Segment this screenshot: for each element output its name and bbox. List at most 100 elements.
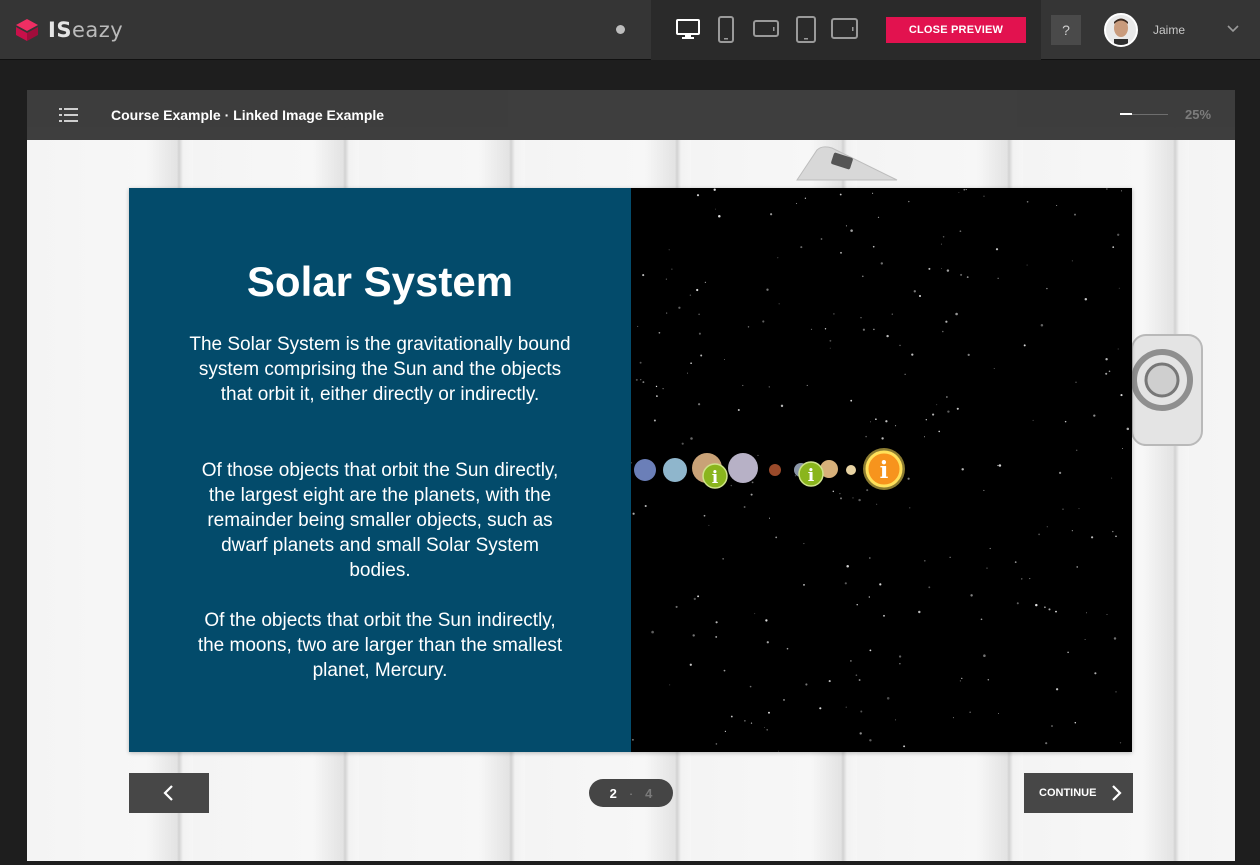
star	[832, 490, 835, 493]
star	[764, 726, 766, 728]
star	[689, 294, 692, 296]
info-hotspot-orange-icon[interactable]: i	[863, 448, 905, 490]
star	[963, 188, 966, 191]
star	[1090, 536, 1094, 539]
star	[1023, 344, 1026, 347]
star	[903, 745, 906, 748]
star	[1062, 508, 1064, 510]
star	[859, 732, 862, 735]
star	[942, 235, 945, 238]
star	[635, 378, 638, 381]
previous-button[interactable]	[129, 773, 209, 813]
star	[692, 634, 695, 637]
star	[1026, 264, 1028, 266]
star	[899, 663, 901, 665]
star	[936, 404, 938, 406]
star	[945, 320, 948, 323]
star	[1075, 381, 1077, 383]
tablet-portrait-icon[interactable]	[795, 16, 817, 44]
star	[1021, 578, 1023, 580]
star	[718, 214, 721, 218]
star	[1108, 370, 1111, 373]
star	[803, 584, 805, 586]
star	[704, 281, 707, 284]
star	[881, 437, 884, 440]
star	[751, 481, 754, 484]
star	[658, 331, 661, 334]
star	[969, 711, 971, 713]
star	[775, 536, 778, 539]
star	[983, 195, 985, 197]
star	[840, 497, 842, 500]
star	[850, 229, 853, 232]
star	[886, 334, 889, 338]
star	[956, 407, 959, 410]
star	[1105, 358, 1108, 361]
star	[862, 328, 865, 331]
star	[750, 722, 753, 724]
chevron-down-icon[interactable]	[1226, 22, 1240, 36]
star	[869, 739, 872, 742]
star	[1093, 414, 1096, 417]
phone-portrait-icon[interactable]	[717, 16, 735, 44]
star	[1045, 742, 1048, 745]
star	[947, 410, 950, 413]
star	[845, 225, 847, 227]
star	[703, 514, 706, 517]
star	[669, 684, 671, 686]
star	[640, 379, 642, 381]
avatar[interactable]	[1104, 13, 1138, 47]
star	[844, 582, 847, 585]
star	[1115, 535, 1117, 538]
star	[925, 419, 927, 421]
star	[946, 396, 948, 398]
star	[698, 332, 701, 335]
linked-image-panel: i i i	[631, 188, 1132, 752]
star	[1113, 637, 1117, 640]
star	[949, 556, 951, 558]
star	[1106, 614, 1108, 615]
star	[955, 312, 958, 316]
star	[932, 413, 935, 416]
info-hotspot-green-icon[interactable]: i	[702, 463, 728, 489]
star	[1120, 394, 1123, 397]
star	[839, 492, 841, 495]
star	[877, 216, 880, 219]
desktop-icon[interactable]	[675, 16, 701, 42]
star	[1085, 612, 1088, 614]
continue-button[interactable]: CONTINUE	[1024, 773, 1133, 813]
star	[668, 249, 670, 251]
star	[872, 245, 875, 248]
star	[1112, 246, 1115, 248]
star	[865, 435, 867, 438]
star	[1064, 420, 1067, 423]
star	[1084, 298, 1088, 301]
star	[651, 630, 654, 634]
hotspot-label: i	[808, 466, 815, 486]
progress-bar	[1120, 113, 1168, 115]
star	[1111, 477, 1113, 479]
bottle-opener-decoration	[1131, 334, 1203, 446]
star	[861, 275, 864, 278]
star	[708, 524, 710, 526]
star	[913, 290, 916, 293]
help-button[interactable]: ?	[1051, 15, 1081, 45]
tablet-landscape-icon[interactable]	[831, 17, 859, 41]
star	[967, 353, 970, 357]
star	[730, 715, 733, 718]
star	[742, 384, 744, 387]
star	[737, 408, 740, 412]
star	[715, 743, 718, 745]
star	[730, 484, 732, 487]
star	[744, 720, 746, 722]
info-hotspot-green-icon[interactable]: i	[798, 461, 824, 487]
star	[895, 719, 897, 721]
star	[631, 738, 634, 741]
iseazy-logo: ISeazy	[14, 16, 123, 44]
menu-list-icon[interactable]	[59, 107, 79, 123]
star	[656, 395, 658, 397]
star	[796, 203, 798, 204]
phone-landscape-icon[interactable]	[753, 18, 779, 40]
close-preview-button[interactable]: CLOSE PREVIEW	[886, 17, 1026, 43]
star	[639, 361, 642, 364]
